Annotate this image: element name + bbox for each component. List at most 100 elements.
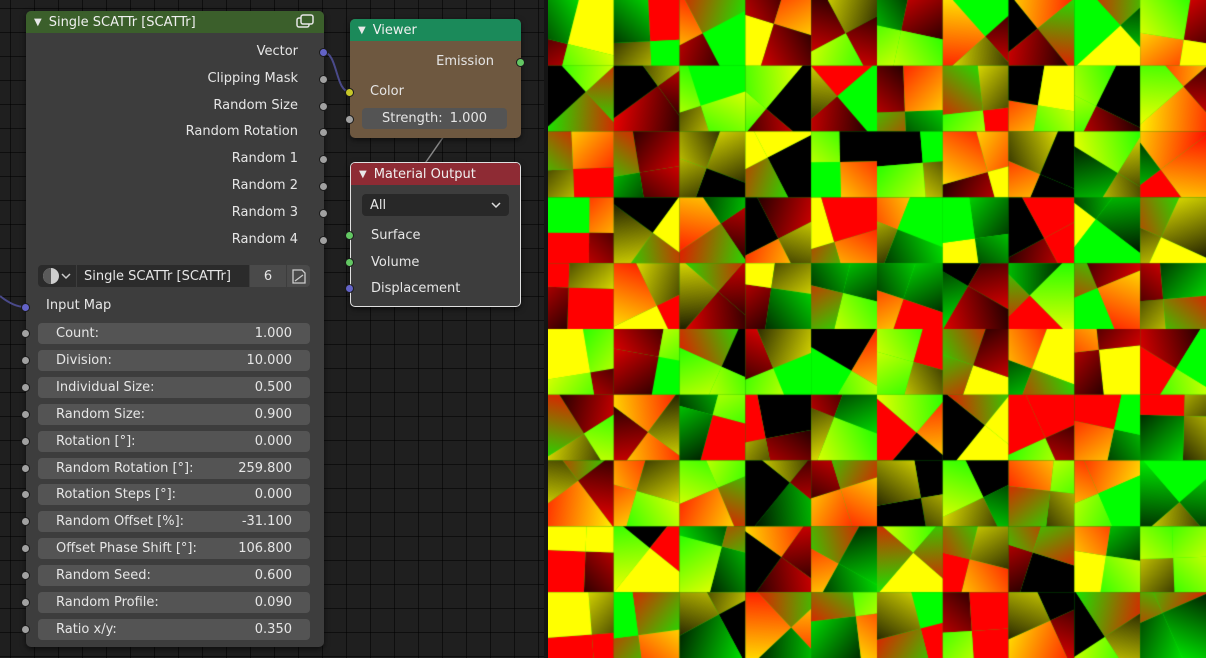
param-field[interactable]: Random Seed: 0.600 [38,565,310,587]
fake-user-button[interactable] [287,265,310,287]
param-label: Random Size: [56,406,146,422]
output-label: Random 3 [231,205,298,220]
emission-output-socket[interactable] [516,58,525,67]
output-socket[interactable] [319,236,328,245]
param-field[interactable]: Random Size: 0.900 [38,403,310,425]
param-value: 0.000 [254,487,292,503]
param-value: 0.500 [254,379,292,395]
output-socket[interactable] [319,182,328,191]
output-label: Random Size [213,98,298,113]
collapse-triangle-icon[interactable]: ▼ [34,17,42,28]
param-label: Ratio x/y: [56,621,117,637]
scatter-node-title: Single SCATTr [SCATTr] [48,14,196,30]
param-field[interactable]: Offset Phase Shift [°]: 106.800 [38,538,310,560]
user-count-value: 6 [263,268,273,284]
param-value: 1.000 [254,326,292,341]
input-map-socket[interactable] [21,303,30,312]
param-field[interactable]: Individual Size: 0.500 [38,376,310,398]
param-label: Rotation [°]: [56,433,136,449]
param-label: Rotation Steps [°]: [56,487,177,503]
node-group-icon[interactable] [296,14,314,29]
output-label: Clipping Mask [207,71,298,86]
param-field[interactable]: Rotation [°]: 0.000 [38,430,310,452]
param-value: 0.350 [254,621,292,637]
param-field[interactable]: Count: 1.000 [38,323,310,344]
color-input-label: Color [370,84,404,99]
viewer-preview[interactable] [548,0,1206,658]
param-field[interactable]: Random Rotation [°]: 259.800 [38,457,310,479]
volume-input-socket[interactable] [345,258,354,267]
param-input-socket[interactable] [21,624,30,634]
param-value: 10.000 [246,352,293,368]
param-label: Random Rotation [°]: [56,460,194,476]
param-value: 106.800 [238,541,292,557]
param-field[interactable]: Ratio x/y: 0.350 [38,618,310,640]
param-label: Count: [56,326,99,341]
output-label: Random 1 [231,151,298,166]
param-input-socket[interactable] [21,382,30,392]
param-input-socket[interactable] [21,436,30,446]
param-input-socket[interactable] [21,409,30,419]
output-socket[interactable] [319,155,328,164]
param-field[interactable]: Division: 10.000 [38,349,310,371]
param-label: Random Profile: [56,595,159,610]
output-label: Random 4 [231,232,298,247]
surface-input-label: Surface [371,228,421,243]
displacement-input-socket[interactable] [345,284,354,293]
param-label: Random Offset [%]: [56,514,185,530]
param-label: Random Seed: [56,568,151,584]
output-label: Vector [256,44,298,59]
emission-output-label: Emission [436,54,494,69]
color-input-socket[interactable] [345,88,354,97]
shader-ball-icon [43,268,71,284]
output-socket[interactable] [319,209,328,218]
scatter-node-header[interactable]: ▼ Single SCATTr [SCATTr] [26,11,324,33]
material-output-node[interactable]: ▼ Material Output All Surface Volume Dis… [350,162,521,307]
shader-ball-dropdown[interactable] [38,265,76,287]
material-output-header[interactable]: ▼ Material Output [351,163,520,185]
param-value: 259.800 [238,460,292,476]
link-vector-to-color [322,51,351,93]
param-value: 0.000 [254,433,292,449]
group-name-field[interactable]: Single SCATTr [SCATTr] [77,265,249,287]
param-input-socket[interactable] [21,329,30,338]
param-field[interactable]: Rotation Steps [°]: 0.000 [38,484,310,506]
target-dropdown[interactable]: All [362,194,509,216]
param-input-socket[interactable] [21,598,30,607]
collapse-triangle-icon[interactable]: ▼ [358,25,366,36]
output-socket[interactable] [319,48,328,57]
surface-input-socket[interactable] [345,231,354,240]
group-name: Single SCATTr [SCATTr] [84,268,231,284]
param-input-socket[interactable] [21,355,30,365]
param-value: 0.900 [254,406,292,422]
strength-input-socket[interactable] [345,115,354,124]
param-field[interactable]: Random Offset [%]: -31.100 [38,511,310,533]
collapse-triangle-icon[interactable]: ▼ [359,169,367,180]
target-value: All [370,197,387,213]
material-output-title: Material Output [373,166,476,182]
output-label: Random Rotation [185,124,298,139]
viewer-node-header[interactable]: ▼ Viewer [350,19,521,41]
strength-value: 1.000 [449,111,487,126]
chevron-down-icon [491,202,501,209]
node-editor[interactable]: ▼ Single SCATTr [SCATTr] Vector Clipping … [0,0,544,658]
output-socket[interactable] [319,128,328,137]
scatter-texture-preview [548,0,1206,658]
strength-label: Strength: [382,111,443,126]
param-field[interactable]: Random Profile: 0.090 [38,592,310,613]
volume-input-label: Volume [371,255,420,270]
output-socket[interactable] [319,102,328,111]
user-count[interactable]: 6 [250,265,286,287]
param-input-socket[interactable] [21,463,30,473]
param-value: 0.600 [254,568,292,584]
param-label: Offset Phase Shift [°]: [56,541,197,557]
param-value: 0.090 [254,595,292,610]
param-label: Division: [56,352,112,368]
viewer-node[interactable]: ▼ Viewer Emission Color Strength: 1.000 [350,19,521,138]
group-selector[interactable]: Single SCATTr [SCATTr] 6 [38,265,310,287]
output-socket[interactable] [319,75,328,84]
strength-field[interactable]: Strength: 1.000 [362,108,507,129]
param-label: Individual Size: [56,379,155,395]
output-label: Random 2 [231,178,298,193]
viewer-node-title: Viewer [372,22,417,38]
